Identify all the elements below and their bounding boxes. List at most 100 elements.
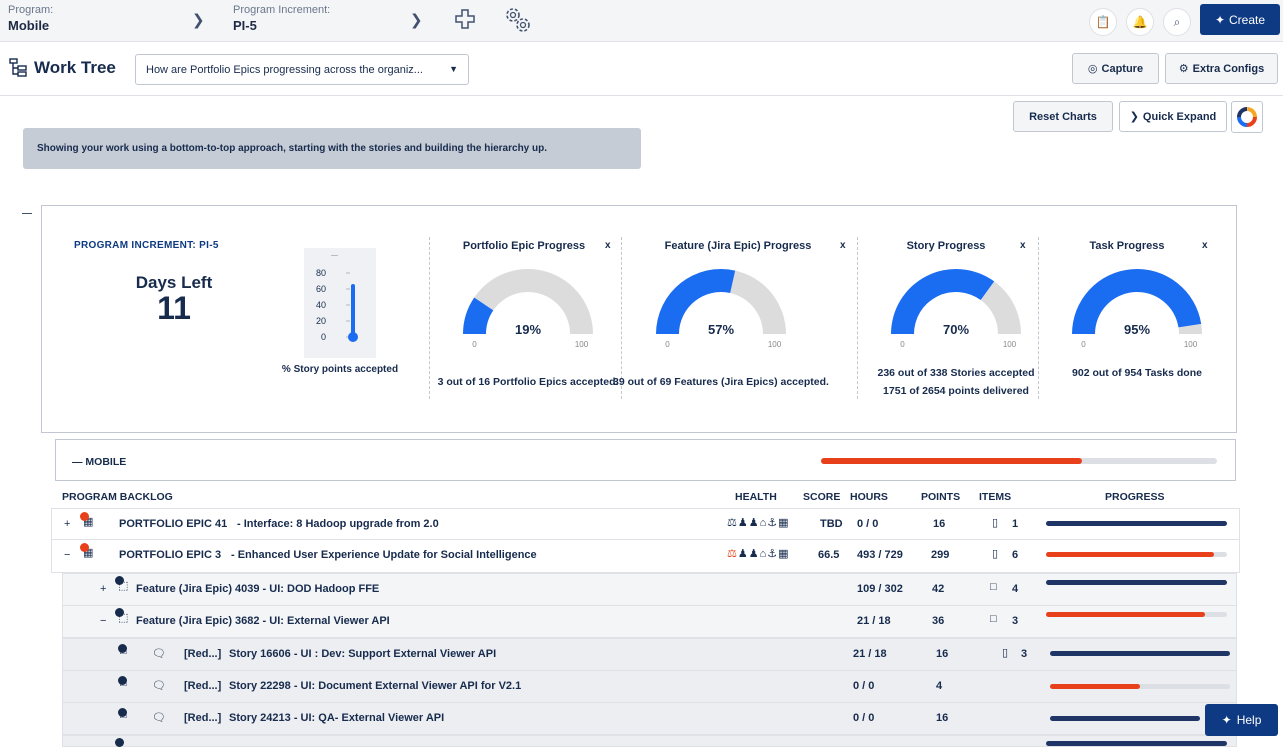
thermometer-menu-icon[interactable]: — xyxy=(331,252,338,259)
gauge-value: 70% xyxy=(943,322,969,337)
query-dropdown[interactable]: How are Portfolio Epics progressing acro… xyxy=(135,54,469,85)
page-title: Work Tree xyxy=(9,58,116,78)
row-progress-fill xyxy=(1046,552,1215,557)
days-left-value: 11 xyxy=(157,290,191,326)
pi-label: Program Increment: xyxy=(233,4,331,16)
chat-icon[interactable]: 🗨 xyxy=(152,711,166,724)
clipboard-icon[interactable]: 📋 xyxy=(1089,8,1117,36)
help-button[interactable]: ✦ Help xyxy=(1205,704,1278,736)
row-prefix: [Red...] xyxy=(184,648,222,660)
row-title[interactable]: PORTFOLIO EPIC 41 xyxy=(119,518,227,530)
gauge-min: 0 xyxy=(665,340,670,349)
row-title[interactable]: Story 16606 - UI : Dev: Support External… xyxy=(229,648,496,660)
program-label: Program: xyxy=(8,4,54,16)
row-progress-bar xyxy=(1050,716,1200,721)
items-icon: □ xyxy=(990,613,997,625)
chat-icon[interactable]: 🗨 xyxy=(152,679,166,692)
help-label: Help xyxy=(1236,713,1262,727)
thermometer-tick-label: 0 xyxy=(321,332,326,342)
gauge-chart: 57% 0 100 xyxy=(656,269,786,349)
extra-configs-button[interactable]: ⚙ Extra Configs xyxy=(1165,53,1278,84)
reset-charts-button[interactable]: Reset Charts xyxy=(1013,101,1113,132)
chevron-right-icon[interactable]: ❯ xyxy=(410,11,423,29)
capture-button[interactable]: ◎ Capture xyxy=(1072,53,1159,84)
row-progress-fill xyxy=(1050,716,1200,721)
row-title[interactable]: Story 24213 - UI: QA- External Viewer AP… xyxy=(229,712,444,724)
add-icon[interactable] xyxy=(455,9,475,34)
row-prefix: [Red...] xyxy=(184,712,222,724)
gauge-track xyxy=(730,270,786,334)
top-bar: Program: Mobile ❯ Program Increment: PI-… xyxy=(0,0,1283,42)
gauge-title: Story Progress xyxy=(906,240,986,252)
health-icons: ⚖♟♟⌂⚓▦ xyxy=(727,517,790,529)
gear-icon: ⚙ xyxy=(1178,63,1189,75)
thermometer-graphic: 80 60 40 20 0 xyxy=(316,268,358,342)
info-banner: Showing your work using a bottom-to-top … xyxy=(23,128,641,169)
gauge-caption: 39 out of 69 Features (Jira Epics) accep… xyxy=(613,376,829,388)
health-icons: ⚖♟♟⌂⚓▦ xyxy=(727,548,790,560)
row-score: 66.5 xyxy=(818,549,840,561)
row-title[interactable]: Feature (Jira Epic) 4039 - UI: DOD Hadoo… xyxy=(136,583,379,595)
close-icon[interactable]: x xyxy=(605,240,611,251)
search-icon[interactable]: ⌕ xyxy=(1163,8,1191,36)
header-backlog: PROGRAM BACKLOG xyxy=(62,491,173,503)
tree-icon xyxy=(9,58,27,77)
row-title[interactable]: Story 22298 - UI: Document External View… xyxy=(229,680,521,692)
create-label: Create xyxy=(1229,12,1266,27)
row-progress-bar xyxy=(1046,552,1227,557)
notification-bell-icon[interactable]: 🔔 xyxy=(1126,8,1154,36)
row-title[interactable]: PORTFOLIO EPIC 3 xyxy=(119,549,221,561)
help-icon: ✦ xyxy=(1221,713,1232,727)
close-icon[interactable]: x xyxy=(1020,240,1026,251)
thermometer-tick-label: 80 xyxy=(316,268,326,278)
program-increment-selector[interactable]: Program Increment: PI-5 xyxy=(233,4,330,33)
collapse-icon[interactable]: − xyxy=(64,549,70,561)
mobile-toggle[interactable]: — MOBILE xyxy=(72,456,126,468)
status-dot xyxy=(118,676,127,685)
thermometer-tube xyxy=(351,284,355,334)
thermometer-tick-label: 60 xyxy=(316,284,326,294)
expand-icon[interactable]: + xyxy=(64,518,70,530)
reset-charts-label: Reset Charts xyxy=(1029,110,1097,123)
status-dot xyxy=(118,708,127,717)
close-icon[interactable]: x xyxy=(840,240,846,251)
gauge-caption: 902 out of 954 Tasks done xyxy=(1072,367,1202,379)
header-items: ITEMS xyxy=(979,491,1012,503)
program-value: Mobile xyxy=(8,18,50,33)
query-value: How are Portfolio Epics progressing acro… xyxy=(146,64,423,76)
quick-expand-button[interactable]: ❯ Quick Expand xyxy=(1119,101,1227,132)
header-progress: PROGRESS xyxy=(1105,491,1165,503)
color-wheel-button[interactable] xyxy=(1231,101,1263,133)
gauge-caption: 1751 of 2654 points delivered xyxy=(883,385,1029,397)
extra-configs-label: Extra Configs xyxy=(1192,62,1265,75)
capture-label: Capture xyxy=(1101,62,1144,75)
create-button[interactable]: ✦ Create xyxy=(1200,4,1280,35)
items-icon: □ xyxy=(990,581,997,593)
gauge-title: Portfolio Epic Progress xyxy=(462,240,586,252)
settings-icon[interactable] xyxy=(503,5,533,40)
row-progress-fill xyxy=(1046,612,1206,617)
status-dot xyxy=(115,738,124,747)
gauge-min: 0 xyxy=(900,340,905,349)
gauge-title: Task Progress xyxy=(1089,240,1165,252)
program-selector[interactable]: Program: Mobile xyxy=(8,4,53,33)
pi-value: PI-5 xyxy=(233,18,257,33)
collapse-summary-toggle[interactable]: — xyxy=(22,208,32,219)
alert-dot xyxy=(80,512,89,521)
row-progress-fill xyxy=(1050,684,1140,689)
thermometer-tick-label: 40 xyxy=(316,300,326,310)
chat-icon[interactable]: 🗨 xyxy=(152,647,166,660)
chevron-right-icon[interactable]: ❯ xyxy=(192,11,205,29)
gauge-value: 95% xyxy=(1124,322,1150,337)
collapse-icon[interactable]: − xyxy=(100,615,106,627)
gauge-value: 57% xyxy=(708,322,734,337)
pi-summary-label: PROGRAM INCREMENT: PI-5 xyxy=(74,240,219,251)
row-progress-bar xyxy=(1046,612,1227,617)
gauge-max: 100 xyxy=(1184,340,1198,349)
row-progress-bar xyxy=(1050,651,1230,656)
row-title[interactable]: Feature (Jira Epic) 3682 - UI: External … xyxy=(136,615,390,627)
row-hours: 0 / 0 xyxy=(857,518,879,530)
expand-icon[interactable]: + xyxy=(100,583,106,595)
close-icon[interactable]: x xyxy=(1202,240,1208,251)
gauge-value: 19% xyxy=(515,322,541,337)
